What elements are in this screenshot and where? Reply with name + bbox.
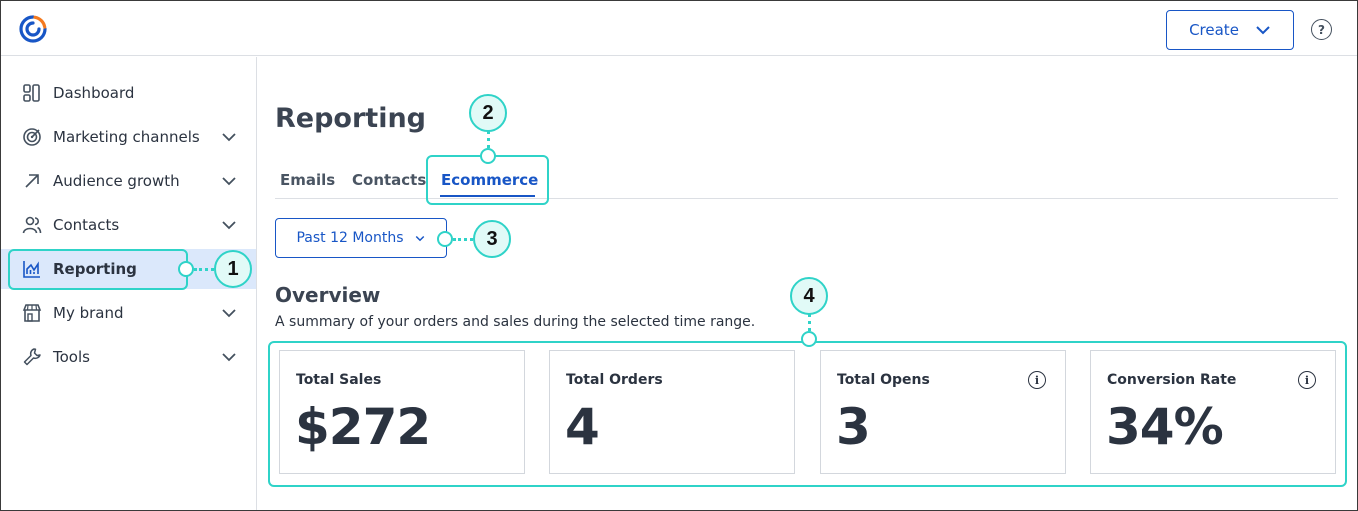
callout-number-1: 1	[214, 250, 252, 288]
report-tabs: Emails Contacts Ecommerce	[275, 165, 1338, 199]
metric-title: Total Sales	[296, 372, 382, 388]
chevron-down-icon	[222, 309, 236, 318]
target-icon	[23, 128, 41, 146]
info-icon[interactable]: i	[1028, 371, 1046, 389]
callout-number-4: 4	[790, 277, 828, 315]
callout-connector-2	[487, 131, 490, 148]
metric-card-total-orders: Total Orders 4	[549, 350, 795, 474]
sidebar-item-marketing-channels[interactable]: Marketing channels	[1, 117, 256, 157]
sidebar-item-my-brand[interactable]: My brand	[1, 293, 256, 333]
top-bar: Create ?	[1, 1, 1357, 56]
sidebar-item-label: Marketing channels	[53, 128, 200, 146]
time-range-select[interactable]: Past 12 Months	[275, 218, 447, 258]
callout-connector-3	[453, 238, 473, 241]
wrench-icon	[23, 348, 41, 366]
active-tab-indicator	[440, 195, 535, 197]
metric-card-total-opens: Total Opens i 3	[820, 350, 1066, 474]
sidebar-item-label: Audience growth	[53, 172, 180, 190]
callout-connector-4	[808, 314, 811, 331]
chevron-down-icon	[222, 133, 236, 142]
metric-title: Total Opens	[837, 372, 930, 388]
sidebar-item-label: Reporting	[53, 260, 137, 278]
chevron-down-icon	[222, 177, 236, 186]
sidebar-item-label: Dashboard	[53, 84, 135, 102]
metric-value: $272	[295, 398, 431, 456]
sidebar-item-contacts[interactable]: Contacts	[1, 205, 256, 245]
chevron-down-icon	[222, 221, 236, 230]
chart-icon	[23, 261, 40, 278]
callout-dot-3	[437, 231, 453, 247]
dashboard-icon	[23, 84, 40, 102]
chevron-down-icon	[222, 353, 236, 362]
sidebar-item-label: Tools	[53, 348, 90, 366]
people-icon	[22, 216, 42, 234]
metric-value: 4	[565, 398, 600, 456]
help-icon[interactable]: ?	[1311, 19, 1332, 40]
callout-connector-1	[194, 268, 214, 271]
callout-dot-2	[480, 148, 496, 164]
metric-value: 34%	[1106, 398, 1224, 456]
sidebar-item-label: My brand	[53, 304, 124, 322]
tab-contacts[interactable]: Contacts	[352, 171, 426, 189]
chevron-down-icon	[1256, 26, 1270, 35]
tab-emails[interactable]: Emails	[280, 171, 335, 189]
overview-subtitle: A summary of your orders and sales durin…	[275, 314, 756, 330]
metric-title: Total Orders	[566, 372, 663, 388]
callout-number-3: 3	[473, 220, 511, 258]
info-icon[interactable]: i	[1298, 371, 1316, 389]
sidebar-item-audience-growth[interactable]: Audience growth	[1, 161, 256, 201]
callout-dot-4	[801, 331, 817, 347]
metric-value: 3	[836, 398, 871, 456]
callout-number-2: 2	[469, 94, 507, 132]
sidebar-item-dashboard[interactable]: Dashboard	[1, 73, 256, 113]
sidebar: Dashboard Marketing channels Audience gr…	[1, 57, 257, 510]
chevron-down-icon	[415, 235, 424, 242]
storefront-icon	[22, 304, 42, 322]
tab-ecommerce[interactable]: Ecommerce	[441, 171, 538, 189]
page-title: Reporting	[275, 103, 427, 134]
sidebar-item-label: Contacts	[53, 216, 120, 234]
logo-icon[interactable]	[17, 13, 49, 45]
metric-card-total-sales: Total Sales $272	[279, 350, 525, 474]
callout-dot-1	[178, 261, 194, 277]
overview-title: Overview	[275, 283, 381, 307]
arrow-up-right-icon	[25, 174, 39, 188]
metric-card-conversion-rate: Conversion Rate i 34%	[1090, 350, 1336, 474]
metric-title: Conversion Rate	[1107, 372, 1237, 388]
time-range-label: Past 12 Months	[296, 230, 404, 246]
create-button-label: Create	[1189, 21, 1239, 39]
create-button[interactable]: Create	[1166, 10, 1294, 50]
sidebar-item-tools[interactable]: Tools	[1, 337, 256, 377]
